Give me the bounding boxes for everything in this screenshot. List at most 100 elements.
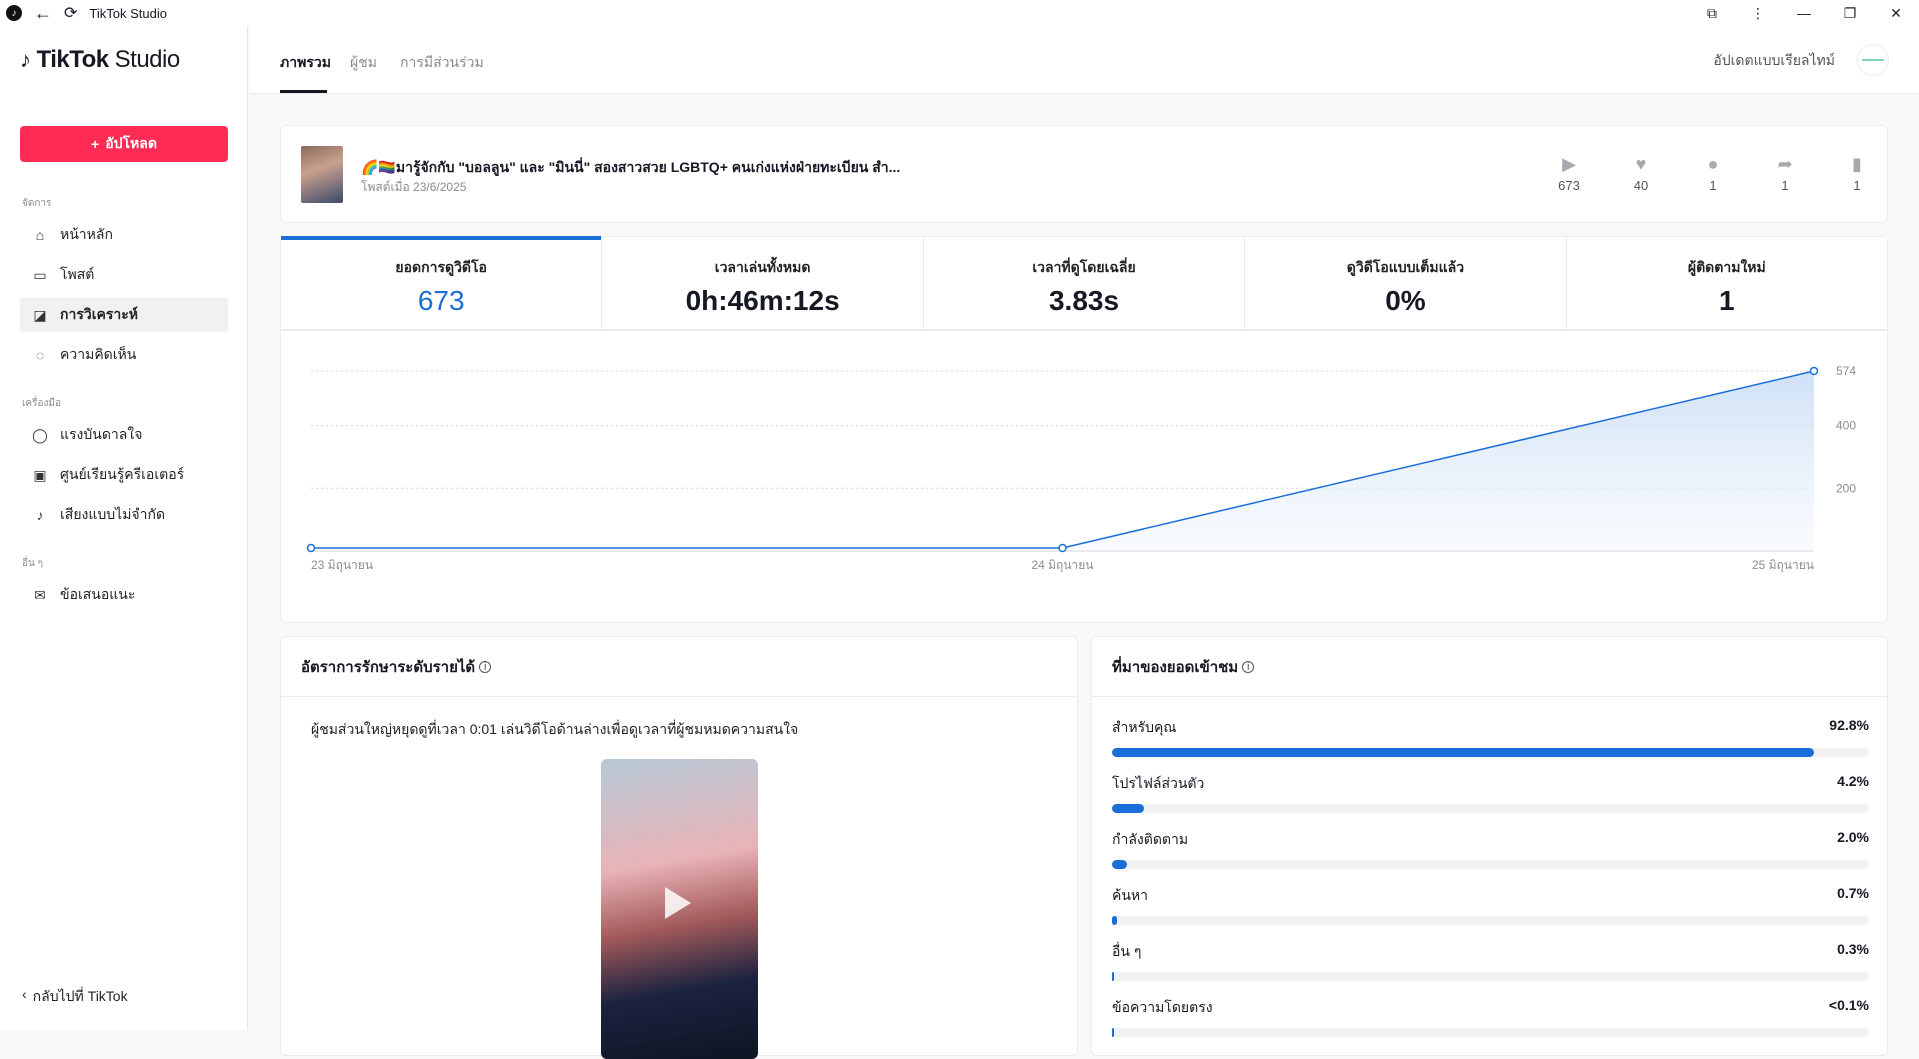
kpi-watched-full-video[interactable]: ดูวิดีโอแบบเต็มแล้ว 0% [1245, 237, 1567, 329]
likes-stat: ♥ 40 [1621, 154, 1661, 193]
comment-icon: ◌ [35, 347, 45, 363]
tiktok-logo-icon: ♪ [6, 5, 22, 21]
kpi-video-views[interactable]: ยอดการดูวิดีโอ 673 [281, 236, 603, 329]
kpi-average-watch-time[interactable]: เวลาที่ดูโดยเฉลี่ย 3.83s [923, 237, 1246, 329]
info-icon[interactable]: i [479, 660, 492, 673]
traffic-source-bar-fill [1112, 860, 1128, 869]
sidebar-item-comments[interactable]: ◌ ความคิดเห็น [20, 338, 228, 372]
heart-icon: ♥ [1635, 154, 1647, 174]
traffic-source-bar [1112, 804, 1869, 813]
traffic-source-label: โปรไฟล์ส่วนตัว [1112, 775, 1205, 791]
sidebar-item-posts[interactable]: ▭ โพสต์ [20, 258, 228, 292]
retention-card: อัตราการรักษาระดับรายได้ i ผู้ชมส่วนใหญ่… [280, 636, 1078, 1059]
kpi-total-play-time[interactable]: เวลาเล่นทั้งหมด 0h:46m:12s [602, 237, 924, 329]
traffic-source-card: ที่มาของยอดเข้าชม i สำหรับคุณ 92.8% โปรไฟล… [1091, 636, 1888, 1056]
chart-point[interactable] [1809, 366, 1819, 376]
video-preview[interactable] [601, 759, 758, 1059]
chart-y-tick-label: 200 [1836, 481, 1856, 495]
sidebar-item-sounds[interactable]: ♪ เสียงแบบไม่จำกัด [20, 498, 228, 532]
comments-stat: ● 1 [1693, 154, 1733, 193]
sidebar-item-feedback[interactable]: ✉ ข้อเสนอแนะ [20, 578, 228, 612]
share-icon: ➦ [1777, 154, 1793, 174]
retention-description: ผู้ชมส่วนใหญ่หยุดดูที่เวลา 0:01 เล่นวิดี… [311, 721, 799, 737]
traffic-source-row: โปรไฟล์ส่วนตัว 4.2% [1112, 773, 1869, 813]
traffic-source-label: กำลังติดตาม [1112, 831, 1189, 847]
comment-bubble-icon: ● [1707, 154, 1719, 174]
post-date: โพสต์เมื่อ 23/6/2025 [361, 180, 467, 194]
tab-engagement[interactable]: การมีส่วนร่วม [400, 52, 484, 74]
music-note-icon: ♪ [36, 507, 44, 523]
post-summary-card: 🌈🏳️‍🌈มารู้จักกับ "บอลลูน" และ "มินนี่" ส… [280, 125, 1888, 223]
analytics-icon: ◪ [33, 306, 47, 323]
sidebar-item-analytics[interactable]: ◪ การวิเคราะห์ [20, 298, 228, 332]
close-icon[interactable]: ✕ [1873, 0, 1919, 26]
traffic-source-label: สำหรับคุณ [1112, 719, 1177, 735]
sidebar-item-academy[interactable]: ▣ ศูนย์เรียนรู้ครีเอเตอร์ [20, 458, 228, 492]
extension-icon[interactable]: ⧉ [1689, 0, 1735, 26]
chart-x-tick-label: 24 มิถุนายน [1031, 558, 1093, 573]
chart-x-tick-label: 25 มิถุนายน [1752, 558, 1814, 573]
traffic-source-bar-fill [1112, 748, 1815, 757]
retention-header: อัตราการรักษาระดับรายได้ i [281, 637, 1077, 697]
saves-stat: ▮ 1 [1837, 154, 1877, 193]
traffic-source-label: ค้นหา [1112, 887, 1149, 903]
mail-icon: ✉ [34, 586, 46, 603]
traffic-source-row: อื่น ๆ 0.3% [1112, 941, 1869, 981]
chart-y-tick-label: 400 [1836, 419, 1856, 433]
traffic-source-value: 2.0% [1837, 829, 1869, 845]
traffic-source-bar [1112, 860, 1869, 869]
brand-logo[interactable]: ♪ TikTok Studio [20, 46, 180, 74]
traffic-source-bar [1112, 972, 1869, 981]
lightbulb-icon: ◯ [32, 426, 48, 443]
realtime-update-label: อัปเดตแบบเรียลไทม์ [1713, 52, 1835, 68]
tab-audience[interactable]: ผู้ชม [350, 52, 377, 74]
traffic-source-bar [1112, 748, 1869, 757]
tab-overview[interactable]: ภาพรวม [280, 52, 331, 74]
minimize-icon[interactable]: — [1781, 0, 1827, 26]
post-title: 🌈🏳️‍🌈มารู้จักกับ "บอลลูน" และ "มินนี่" ส… [361, 159, 901, 175]
back-to-tiktok-link[interactable]: ‹ กลับไปที่ TikTok [22, 986, 128, 1008]
sidebar-item-home[interactable]: ⌂ หน้าหลัก [20, 218, 228, 252]
post-thumbnail[interactable] [301, 146, 343, 203]
chart-y-tick-label: 574 [1836, 364, 1856, 378]
traffic-source-bar-fill [1112, 972, 1115, 981]
traffic-source-value: 4.2% [1837, 773, 1869, 789]
views-chart-card: 200 400 574 23 มิถุนายน 24 มิถุนายน 25 มิถุนา… [280, 330, 1888, 623]
bookmark-icon: ▮ [1852, 154, 1862, 174]
tiktok-note-icon: ♪ [20, 47, 31, 72]
traffic-source-header: ที่มาของยอดเข้าชม i [1092, 637, 1887, 697]
views-chart: 200 400 574 23 มิถุนายน 24 มิถุนายน 25 มิถุนา… [306, 364, 1856, 573]
chart-point[interactable] [1058, 543, 1067, 553]
traffic-source-bar [1112, 916, 1869, 925]
traffic-source-label: อื่น ๆ [1112, 943, 1142, 959]
plus-icon: + [91, 136, 100, 152]
upload-button[interactable]: + อัปโหลด [20, 126, 228, 162]
info-icon[interactable]: i [1242, 660, 1255, 673]
traffic-source-bar-fill [1112, 1028, 1115, 1037]
kpi-tabs: ยอดการดูวิดีโอ 673 เวลาเล่นทั้งหมด 0h:46… [280, 236, 1888, 330]
views-stat: ▶ 673 [1549, 154, 1589, 193]
traffic-source-value: 0.3% [1837, 941, 1869, 957]
kpi-new-followers[interactable]: ผู้ติดตามใหม่ 1 [1566, 237, 1888, 329]
traffic-source-bar-fill [1112, 916, 1118, 925]
traffic-source-bar [1112, 1028, 1869, 1037]
refresh-icon[interactable]: ⟳ [64, 3, 77, 23]
folder-icon: ▭ [33, 266, 47, 283]
traffic-source-value: 0.7% [1837, 885, 1869, 901]
more-icon[interactable]: ⋮ [1735, 0, 1781, 26]
chart-x-tick-label: 23 มิถุนายน [311, 558, 373, 573]
traffic-source-row: ข้อความโดยตรง <0.1% [1112, 997, 1869, 1037]
top-navigation: ภาพรวม ผู้ชม การมีส่วนร่วม อัปเดตแบบเรีย… [249, 26, 1919, 94]
sidebar-item-inspiration[interactable]: ◯ แรงบันดาลใจ [20, 418, 228, 452]
play-icon[interactable] [665, 887, 691, 919]
traffic-source-bar-fill [1112, 804, 1144, 813]
restore-icon[interactable]: ❐ [1827, 0, 1873, 26]
section-other: อื่น ๆ [22, 558, 43, 569]
back-icon[interactable]: ← [34, 3, 52, 24]
home-icon: ⌂ [35, 227, 45, 243]
chart-point[interactable] [306, 543, 316, 553]
section-manage: จัดการ [22, 198, 52, 209]
traffic-source-value: 92.8% [1829, 717, 1869, 733]
traffic-source-row: กำลังติดตาม 2.0% [1112, 829, 1869, 869]
traffic-source-value: <0.1% [1828, 997, 1869, 1013]
